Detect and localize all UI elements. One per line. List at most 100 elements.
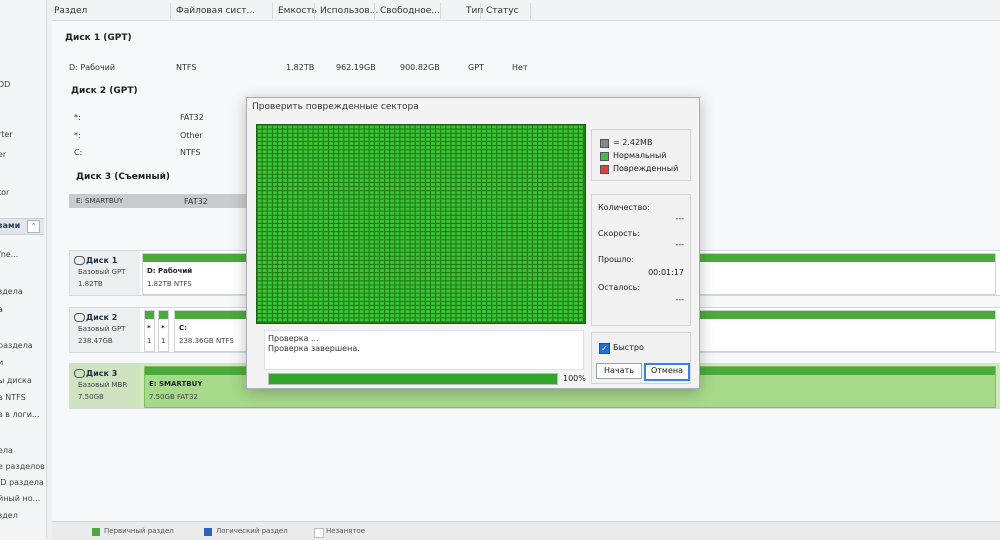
cell-fs: NTFS bbox=[176, 63, 197, 72]
cell-type: GPT bbox=[468, 63, 484, 72]
sidebar-item[interactable]: здел bbox=[0, 511, 18, 520]
partition-size: 1 bbox=[147, 337, 152, 345]
sidebar-item[interactable]: в NTFS bbox=[0, 393, 26, 402]
sidebar-section-header[interactable]: зами ⌃ bbox=[0, 218, 44, 235]
remaining-value: --- bbox=[675, 295, 684, 304]
partition-legend: Первичный раздел Логический раздел Незан… bbox=[52, 521, 1000, 540]
column-divider[interactable] bbox=[530, 3, 531, 19]
col-used[interactable]: Использов... bbox=[320, 6, 378, 16]
partition-size: 7.50GB FAT32 bbox=[149, 393, 198, 401]
sidebar-item[interactable]: йный но... bbox=[0, 494, 40, 503]
block-swatch bbox=[600, 139, 609, 148]
partition-size: 238.36GB NTFS bbox=[179, 337, 234, 345]
column-divider[interactable] bbox=[170, 3, 171, 19]
partition-usage-bar bbox=[145, 311, 154, 319]
partition-block[interactable]: * 1 bbox=[144, 310, 155, 352]
normal-swatch bbox=[600, 152, 609, 161]
damaged-swatch bbox=[600, 165, 609, 174]
primary-swatch bbox=[92, 528, 100, 536]
cell-fs: FAT32 bbox=[180, 113, 204, 122]
column-divider[interactable] bbox=[480, 3, 481, 19]
legend-primary: Первичный раздел bbox=[104, 527, 174, 535]
count-value: --- bbox=[675, 214, 684, 223]
column-divider[interactable] bbox=[374, 3, 375, 19]
speed-value: --- bbox=[675, 240, 684, 249]
col-status[interactable]: Статус bbox=[486, 6, 519, 16]
disk-group-header: Диск 3 (Съемный) bbox=[76, 172, 171, 182]
column-divider[interactable] bbox=[440, 3, 441, 19]
progress-percent: 100% bbox=[563, 374, 586, 383]
col-partition[interactable]: Раздел bbox=[54, 6, 87, 16]
disk-size: 7.50GB bbox=[78, 393, 104, 401]
sidebar-item[interactable]: е разделов bbox=[0, 462, 45, 471]
disk-icon bbox=[74, 369, 85, 378]
legend-unallocated: Незанятое bbox=[326, 527, 366, 535]
column-divider[interactable] bbox=[272, 3, 273, 19]
disk-group-header: Диск 2 (GPT) bbox=[71, 86, 138, 96]
partition-usage-bar bbox=[159, 311, 168, 319]
sidebar-item[interactable]: er bbox=[0, 150, 6, 159]
sidebar-item[interactable]: rter bbox=[0, 130, 13, 139]
sidebar-item[interactable]: а bbox=[0, 305, 3, 314]
scan-log: Проверка ... Проверка завершена. bbox=[264, 330, 584, 370]
sidebar-item[interactable]: и bbox=[0, 358, 3, 367]
start-button[interactable]: Начать bbox=[596, 363, 642, 379]
cell-partition: D: Рабочий bbox=[69, 63, 116, 72]
disk-type: Базовый MBR bbox=[78, 381, 128, 389]
unallocated-swatch bbox=[314, 528, 324, 538]
bad-sector-dialog: Проверить поврежденные сектора = 2.42MB … bbox=[246, 97, 700, 389]
cell-partition: C: bbox=[74, 148, 83, 157]
progress-fill bbox=[269, 374, 557, 384]
cell-used: 962.19GB bbox=[336, 63, 376, 72]
disk-info: Диск 2 Базовый GPT 238.47GB bbox=[70, 308, 140, 352]
partition-size: 1.82TB NTFS bbox=[147, 280, 192, 288]
log-line: Проверка завершена. bbox=[268, 344, 360, 353]
disk-type: Базовый GPT bbox=[78, 268, 126, 276]
sidebar-item[interactable]: в в логи... bbox=[0, 410, 40, 419]
sidebar-item[interactable]: tor bbox=[0, 188, 9, 197]
cell-free: 900.82GB bbox=[400, 63, 440, 72]
cell-partition: E: SMARTBUY bbox=[76, 197, 124, 205]
sidebar-item[interactable]: /ne... bbox=[0, 250, 18, 259]
sidebar-item[interactable]: ы диска bbox=[0, 376, 32, 385]
column-header: Раздел Файловая сист... Емкость Использо… bbox=[52, 0, 1000, 21]
column-divider[interactable] bbox=[314, 3, 315, 19]
cell-partition: *: bbox=[74, 113, 81, 122]
disk-group-header: Диск 1 (GPT) bbox=[65, 33, 132, 43]
partition-label: * bbox=[161, 324, 165, 332]
logical-swatch bbox=[204, 528, 212, 536]
scan-stats: Количество: --- Скорость: --- Прошло: 00… bbox=[591, 194, 691, 326]
scan-options: ✓ Быстро Начать Отмена bbox=[591, 332, 691, 384]
partition-label: * bbox=[147, 324, 151, 332]
sidebar-item[interactable]: ела bbox=[0, 446, 13, 455]
legend-logical: Логический раздел bbox=[216, 527, 288, 535]
quick-checkbox[interactable]: ✓ bbox=[599, 343, 610, 354]
disk-info: Диск 1 Базовый GPT 1.82TB bbox=[70, 251, 140, 295]
col-capacity[interactable]: Емкость bbox=[278, 6, 317, 16]
partition-block[interactable]: * 1 bbox=[158, 310, 169, 352]
col-filesystem[interactable]: Файловая сист... bbox=[176, 6, 255, 16]
sidebar-item[interactable]: раздела bbox=[0, 341, 33, 350]
collapse-icon[interactable]: ⌃ bbox=[27, 220, 40, 233]
disk-name: Диск 1 bbox=[86, 256, 118, 265]
partition-label: E: SMARTBUY bbox=[149, 380, 203, 388]
sector-grid bbox=[257, 125, 583, 322]
log-line: Проверка ... bbox=[268, 334, 319, 343]
cell-fs: Other bbox=[180, 131, 203, 140]
col-free[interactable]: Свободное... bbox=[380, 6, 440, 16]
sector-map bbox=[256, 124, 586, 324]
cell-capacity: 1.82TB bbox=[286, 63, 315, 72]
sidebar-item[interactable]: ID раздела bbox=[0, 478, 44, 487]
dialog-title: Проверить поврежденные сектора bbox=[252, 102, 419, 112]
cancel-button[interactable]: Отмена bbox=[644, 363, 690, 381]
quick-label[interactable]: Быстро bbox=[613, 343, 644, 352]
disk-name: Диск 2 bbox=[86, 313, 118, 322]
sector-legend: = 2.42MB Нормальный Поврежденный bbox=[591, 129, 691, 181]
disk-type: Базовый GPT bbox=[78, 325, 126, 333]
disk-icon bbox=[74, 256, 85, 265]
sidebar-item[interactable]: здела bbox=[0, 287, 23, 296]
table-row-selected[interactable]: E: SMARTBUY FAT32 bbox=[69, 194, 251, 208]
sidebar-item[interactable]: DD bbox=[0, 80, 10, 89]
disk-name: Диск 3 bbox=[86, 369, 118, 378]
scan-progress-bar bbox=[268, 373, 558, 385]
